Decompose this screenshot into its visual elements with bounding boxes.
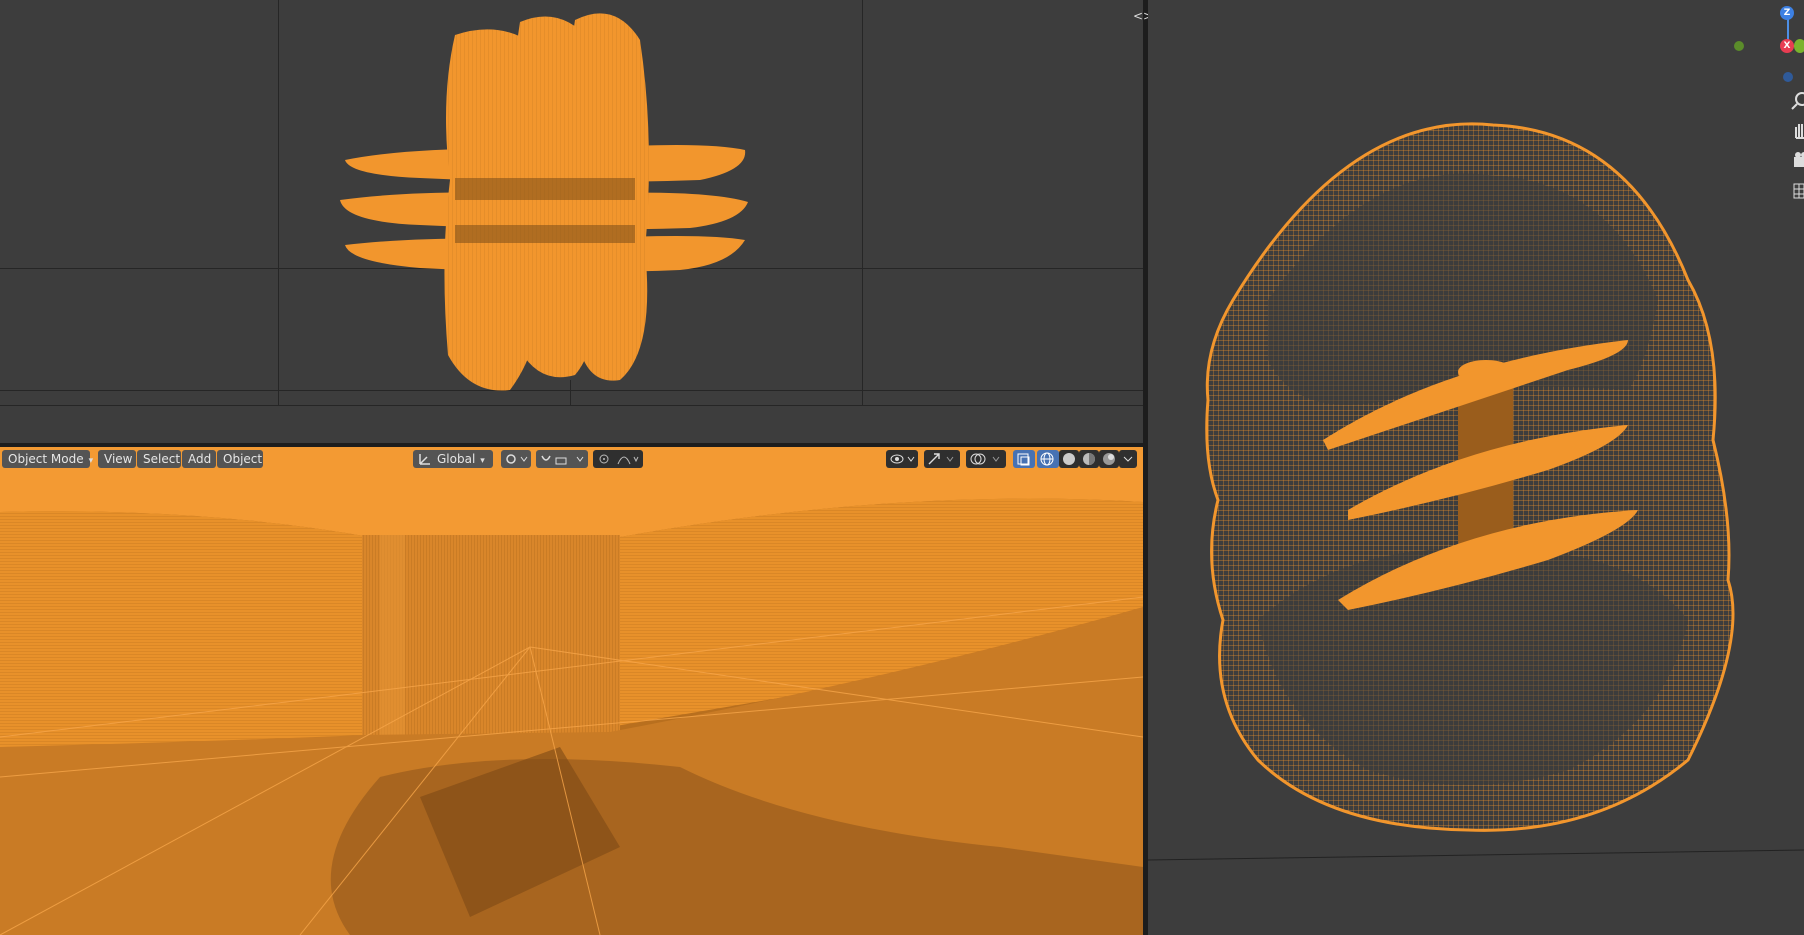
gizmo-y-axis[interactable] xyxy=(1794,39,1804,53)
menu-add-label: Add xyxy=(188,452,212,466)
grid-icon[interactable] xyxy=(1788,178,1804,204)
menu-object[interactable]: Object xyxy=(217,450,263,468)
gizmo-dropdown[interactable] xyxy=(924,450,960,468)
object-visibility-icon xyxy=(890,454,915,464)
gizmo-neg-y-axis[interactable] xyxy=(1734,41,1744,51)
gizmo-z-axis[interactable]: Z xyxy=(1780,6,1794,20)
gizmo-neg-z-axis[interactable] xyxy=(1783,72,1793,82)
shading-options-dropdown[interactable] xyxy=(1119,450,1137,468)
mode-label: Object Mode xyxy=(8,452,84,466)
menu-select-label: Select xyxy=(143,452,181,466)
woven-mesh-top-view xyxy=(340,13,748,391)
pivot-point-dropdown[interactable] xyxy=(501,450,531,468)
overlay-icon xyxy=(970,453,1000,465)
overlay-dropdown[interactable] xyxy=(966,450,1006,468)
material-shading-icon xyxy=(1083,453,1095,465)
pan-hand-icon[interactable] xyxy=(1788,118,1804,144)
pivot-point-icon xyxy=(506,454,528,464)
viewport-header: Object Mode ▾ View Select Add Object Glob… xyxy=(0,447,1143,471)
xray-toggle[interactable] xyxy=(1013,450,1035,468)
orientation-label: Global xyxy=(437,452,476,466)
menu-object-label: Object xyxy=(223,452,263,466)
top-viewport[interactable] xyxy=(0,0,1143,443)
side-viewport[interactable]: Z X xyxy=(1148,0,1804,935)
wireframe-shading-icon xyxy=(1040,452,1054,466)
material-shading-button[interactable] xyxy=(1079,450,1099,468)
wireframe-interior-view xyxy=(0,447,1143,935)
menu-view[interactable]: View xyxy=(98,450,136,468)
menu-view-label: View xyxy=(104,452,133,466)
object-mode-dropdown[interactable]: Object Mode ▾ xyxy=(2,450,93,468)
xray-toggle-icon xyxy=(1017,453,1030,466)
transform-orientation-dropdown[interactable]: Global ▾ xyxy=(413,450,493,468)
chevron-down-icon xyxy=(1123,456,1133,462)
woven-mesh-side-view xyxy=(1148,122,1804,861)
perspective-viewport[interactable]: Object Mode ▾ View Select Add Object Glob… xyxy=(0,447,1143,935)
proportional-edit-icon xyxy=(599,454,639,465)
object-visibility-dropdown[interactable] xyxy=(886,450,918,468)
gizmo-x-axis[interactable]: X xyxy=(1780,39,1794,53)
chevron-down-icon: ▾ xyxy=(480,456,485,466)
snap-icon xyxy=(541,455,584,465)
camera-icon[interactable] xyxy=(1788,148,1804,174)
zoom-icon[interactable] xyxy=(1788,88,1804,114)
chevron-down-icon: ▾ xyxy=(88,456,94,466)
rendered-shading-button[interactable] xyxy=(1099,450,1119,468)
rendered-shading-icon xyxy=(1103,453,1115,465)
solid-shading-icon xyxy=(1063,453,1075,465)
snap-toggle[interactable] xyxy=(536,450,588,468)
wireframe-shading-button[interactable] xyxy=(1037,450,1059,468)
transform-orientation-icon xyxy=(419,454,430,465)
gizmo-icon xyxy=(928,453,954,465)
menu-select[interactable]: Select xyxy=(137,450,181,468)
solid-shading-button[interactable] xyxy=(1059,450,1079,468)
proportional-edit-toggle[interactable] xyxy=(593,450,643,468)
menu-add[interactable]: Add xyxy=(182,450,216,468)
